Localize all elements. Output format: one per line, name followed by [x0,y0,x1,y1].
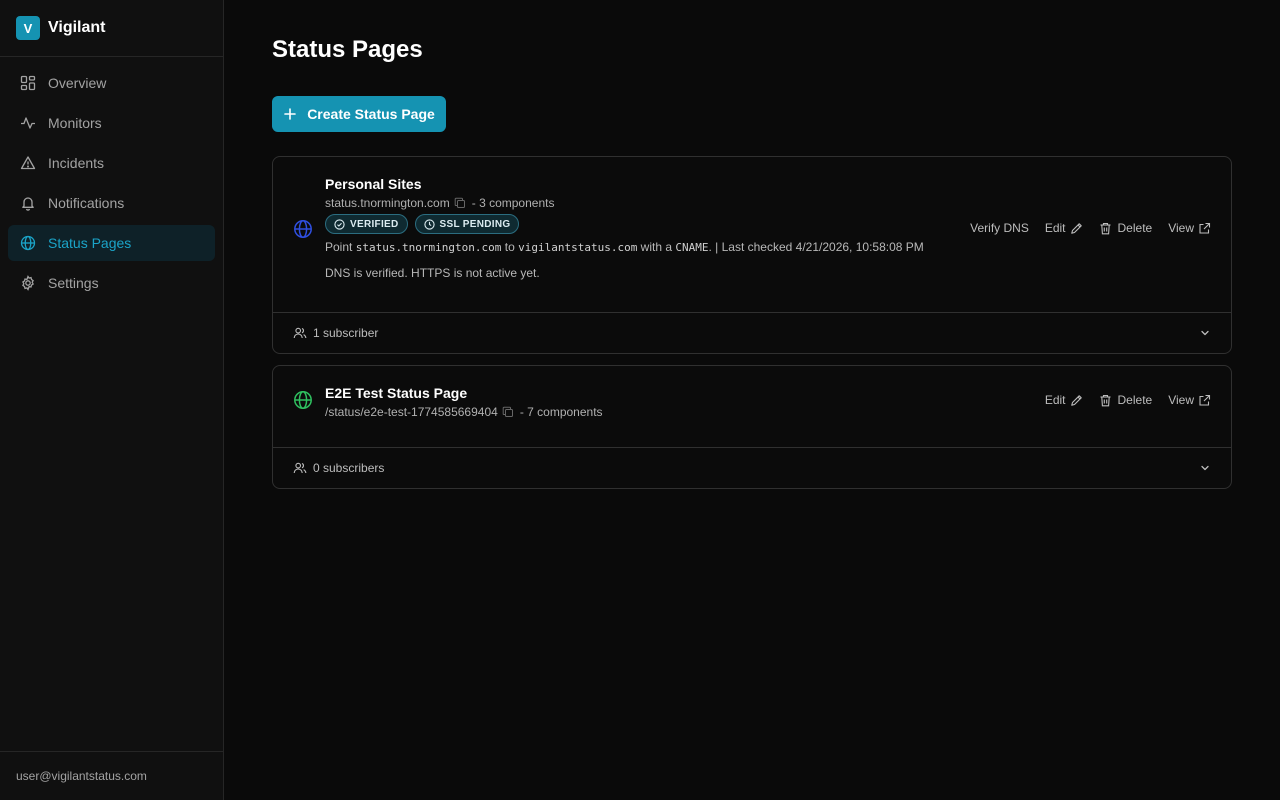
dns-host: status.tnormington.com [355,241,502,254]
dns-status-note: DNS is verified. HTTPS is not active yet… [325,266,540,280]
brand[interactable]: V Vigilant [0,0,223,57]
component-count: - 7 components [519,405,603,419]
chevron-down-icon [1201,330,1209,336]
sidebar-item-label: Status Pages [48,235,132,251]
subscribers-toggle[interactable]: 0 subscribers [273,447,1231,488]
alert-triangle-icon [20,156,36,170]
badge-label: VERIFIED [350,218,399,230]
sidebar-item-notifications[interactable]: Notifications [8,185,215,221]
verified-badge: VERIFIED [325,214,408,234]
badges: VERIFIED SSL PENDING [325,214,924,234]
globe-icon [294,391,312,409]
edit-label: Edit [1044,393,1066,407]
page-title: Status Pages [272,36,423,63]
dns-instructions: Point status.tnormington.com to vigilant… [325,240,924,254]
verify-dns-button[interactable]: Verify DNS [970,221,1029,235]
delete-label: Delete [1117,393,1153,407]
view-button[interactable]: View [1168,393,1211,407]
view-button[interactable]: View [1168,221,1211,235]
users-icon [293,462,307,474]
pencil-icon [1070,222,1082,234]
status-page-url-row: /status/e2e-test-1774585669404 - 7 compo… [325,405,603,419]
sidebar-item-label: Incidents [48,155,105,171]
dns-record: CNAME [675,241,709,254]
subscribers-toggle[interactable]: 1 subscriber [273,312,1231,353]
status-page-info: Personal Sites status.tnormington.com - … [325,176,924,280]
copy-icon[interactable] [502,406,514,418]
sidebar-item-label: Overview [48,75,107,91]
sidebar-nav: Overview Monitors Incidents Notification… [0,57,223,313]
sidebar-item-overview[interactable]: Overview [8,65,215,101]
user-email[interactable]: user@vigilantstatus.com [0,751,223,800]
sidebar-item-label: Monitors [48,115,102,131]
delete-label: Delete [1117,221,1153,235]
edit-button[interactable]: Edit [1045,393,1083,407]
sidebar-item-monitors[interactable]: Monitors [8,105,215,141]
clock-icon [423,218,435,230]
edit-button[interactable]: Edit [1045,221,1083,235]
card-actions: Edit Delete View [1029,393,1211,407]
chevron-down-icon [1201,465,1209,471]
status-page-info: E2E Test Status Page /status/e2e-test-17… [325,385,603,419]
view-label: View [1168,393,1194,407]
badge-label: SSL PENDING [439,218,511,230]
delete-button[interactable]: Delete [1099,393,1153,407]
view-label: View [1168,221,1194,235]
subscriber-count: 1 subscriber [313,326,379,340]
sidebar-item-settings[interactable]: Settings [8,265,215,301]
create-status-page-button[interactable]: Create Status Page [272,96,446,132]
brand-logo: V [16,16,40,40]
grid-icon [20,75,36,91]
ssl-pending-badge: SSL PENDING [414,214,520,234]
verify-dns-label: Verify DNS [970,221,1029,235]
brand-name: Vigilant [48,19,106,36]
create-button-label: Create Status Page [307,106,435,122]
status-page-card: Personal Sites status.tnormington.com - … [272,156,1232,354]
dns-to: to [504,240,515,254]
globe-icon [20,235,36,251]
component-count: - 3 components [471,196,555,210]
copy-icon[interactable] [454,197,466,209]
pencil-icon [1070,394,1082,406]
sidebar-item-incidents[interactable]: Incidents [8,145,215,181]
external-link-icon [1199,222,1211,234]
subscriber-count: 0 subscribers [313,461,385,475]
globe-icon [294,220,312,238]
activity-icon [21,117,35,129]
dns-target: vigilantstatus.com [518,241,638,254]
dns-last-checked: . | Last checked 4/21/2026, 10:58:08 PM [708,240,924,254]
trash-icon [1100,222,1111,234]
status-page-card: E2E Test Status Page /status/e2e-test-17… [272,365,1232,489]
plus-icon [284,108,296,120]
sidebar-item-status-pages[interactable]: Status Pages [8,225,215,261]
delete-button[interactable]: Delete [1099,221,1153,235]
sidebar-item-label: Settings [48,275,99,291]
status-page-name: E2E Test Status Page [325,385,468,401]
check-circle-icon [334,218,345,230]
users-icon [293,327,307,339]
external-link-icon [1199,394,1211,406]
sidebar: V Vigilant Overview Monitors Incidents N… [0,0,224,800]
dns-prefix: Point [325,240,353,254]
trash-icon [1100,394,1111,406]
sidebar-item-label: Notifications [48,195,125,211]
status-page-url-row: status.tnormington.com - 3 components [325,196,924,210]
status-page-url: status.tnormington.com [325,196,450,210]
gear-icon [22,275,34,291]
edit-label: Edit [1044,221,1066,235]
status-page-name: Personal Sites [325,176,422,192]
dns-with: with a [640,240,673,254]
status-page-url: /status/e2e-test-1774585669404 [325,405,498,419]
card-actions: Verify DNS Edit Delete View [954,221,1211,235]
bell-icon [22,197,34,211]
